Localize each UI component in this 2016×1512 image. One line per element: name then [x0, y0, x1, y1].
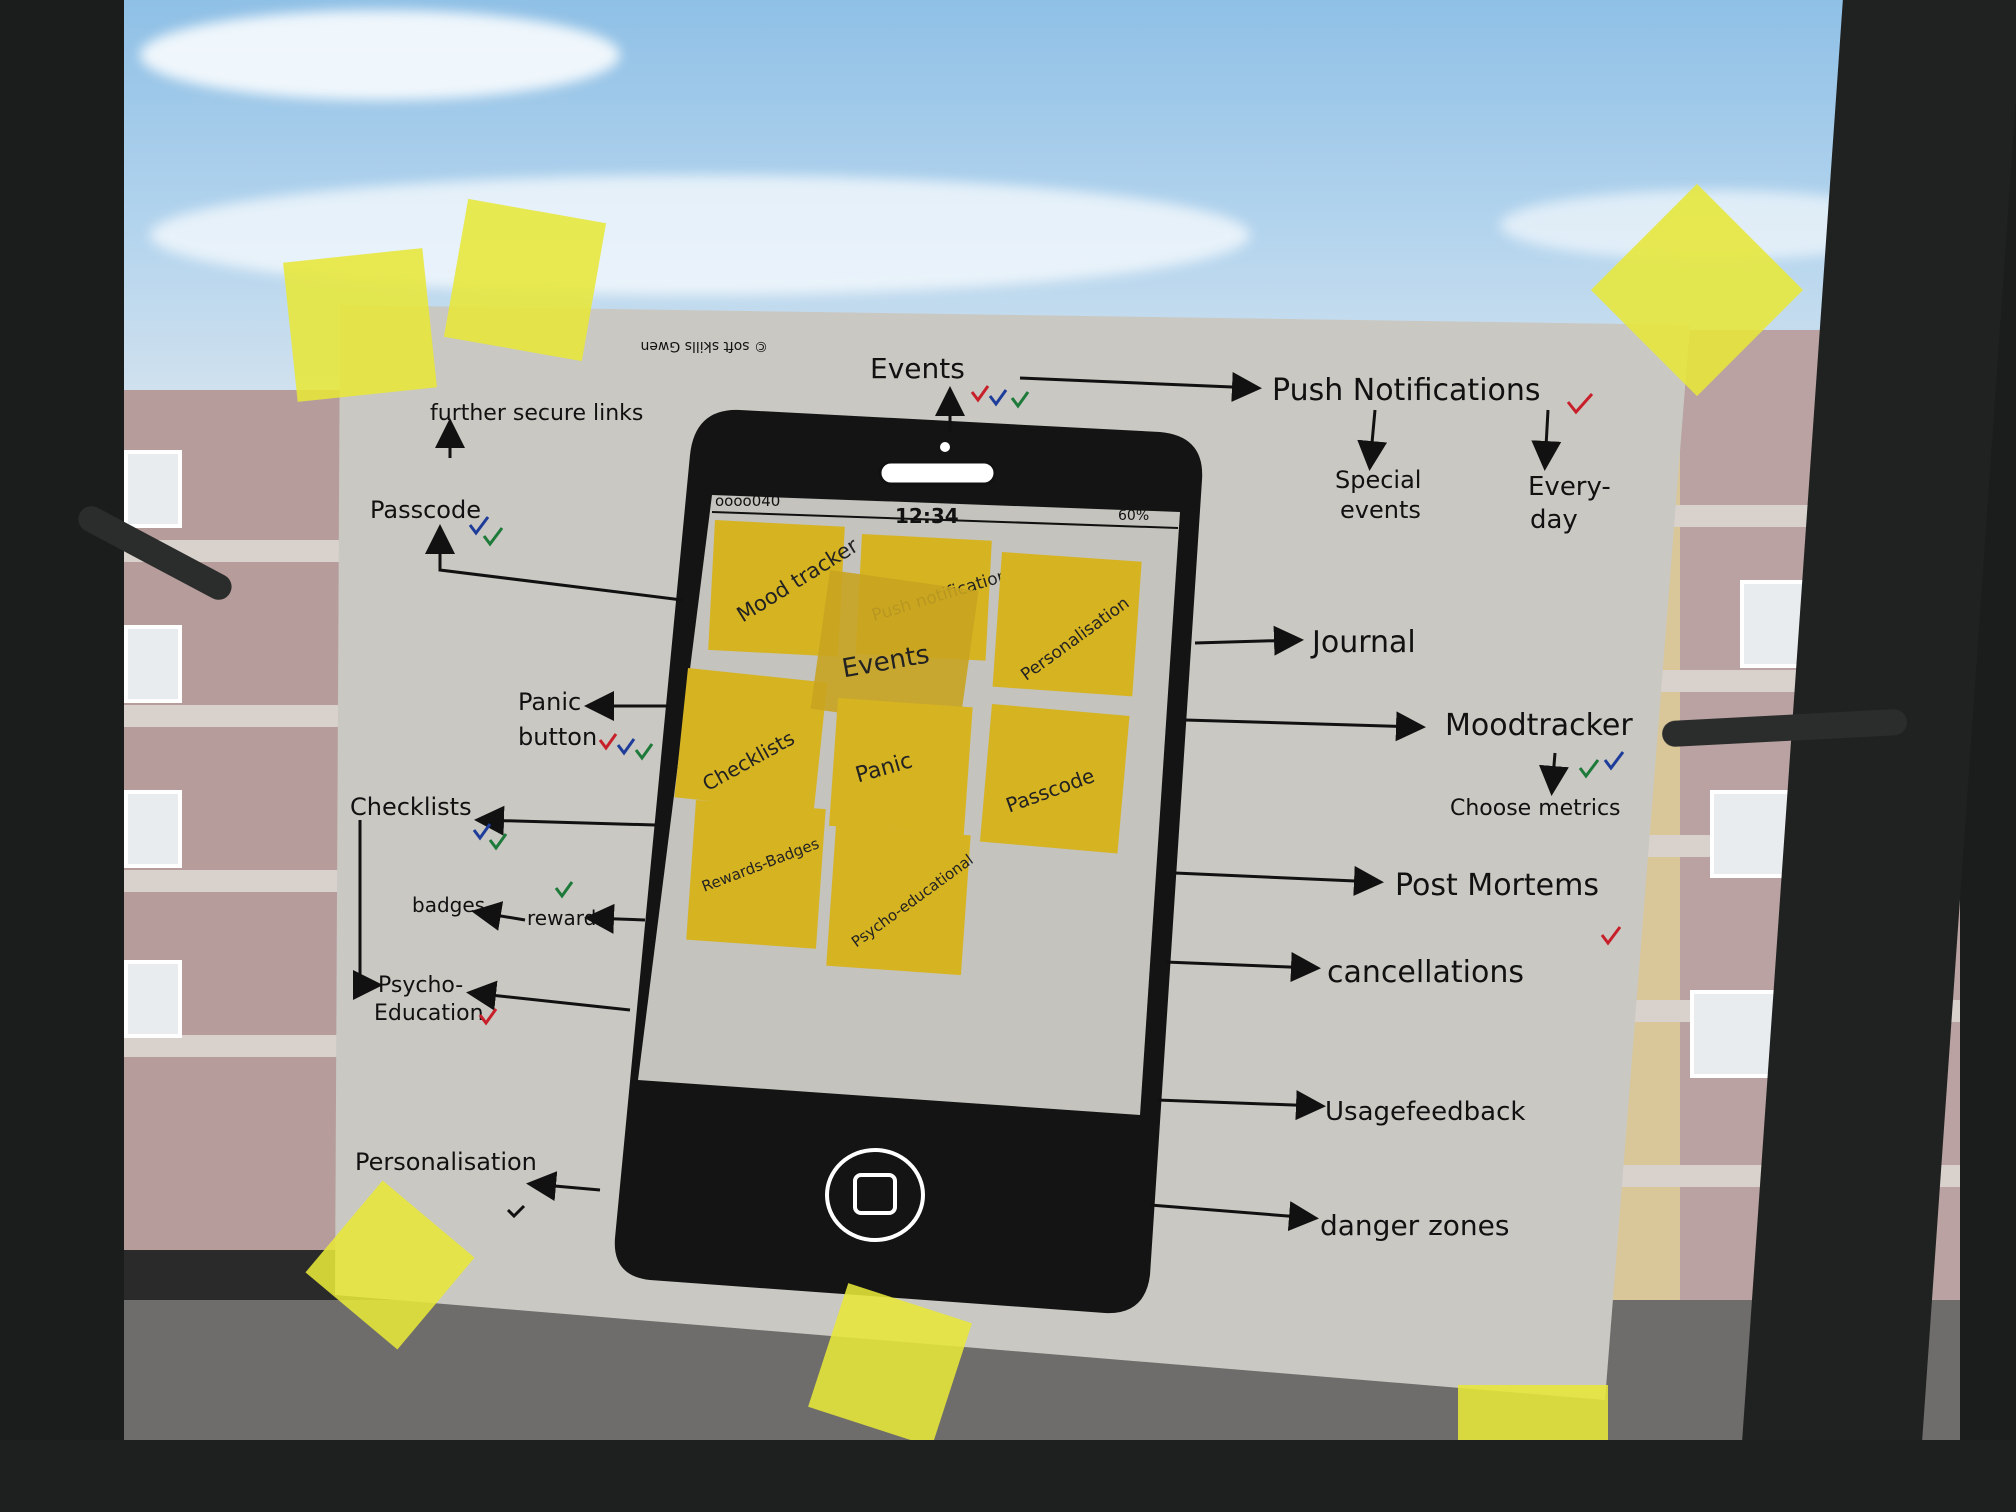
label-rewards: rewards [527, 906, 607, 930]
camera-icon [940, 442, 950, 452]
label-psycho: Psycho- [378, 973, 463, 998]
label-every: Every- [1528, 472, 1611, 502]
label-special: Special [1335, 466, 1421, 494]
status-time: 12:34 [895, 504, 959, 528]
label-cancellations: cancellations [1327, 955, 1524, 990]
window-frame-left [0, 0, 124, 1512]
window-scene: oooo040 12:34 60% Mood tracker Push noti… [0, 0, 2016, 1512]
label-post-mortems: Post Mortems [1395, 868, 1599, 903]
label-special-events: events [1340, 496, 1421, 524]
tape [283, 248, 437, 402]
label-personalisation: Personalisation [355, 1148, 537, 1176]
label-danger-zones: danger zones [1320, 1209, 1509, 1242]
sticky-personalisation[interactable] [992, 552, 1142, 697]
label-events: Events [870, 352, 965, 385]
label-usage-feedback: Usagefeedback [1325, 1097, 1525, 1127]
status-battery: 60% [1118, 508, 1149, 524]
label-push-notifications: Push Notifications [1272, 373, 1541, 408]
label-panic-button: button [518, 723, 597, 751]
credit-text: © soft skills Gwen [640, 338, 768, 354]
sticky-checklists[interactable] [674, 668, 828, 812]
label-day: day [1530, 505, 1578, 535]
wireframe-diagram: oooo040 12:34 60% Mood tracker Push noti… [283, 183, 1804, 1512]
label-checklists: Checklists [350, 793, 472, 821]
window-frame-bottom [0, 1440, 2016, 1512]
label-moodtracker: Moodtracker [1445, 708, 1633, 743]
status-signal: oooo040 [715, 492, 780, 510]
label-further-secure-links: further secure links [430, 401, 643, 426]
label-choose-metrics: Choose metrics [1450, 796, 1621, 821]
label-badges: badges [412, 893, 485, 917]
tape [443, 198, 607, 362]
label-journal: Journal [1310, 625, 1416, 660]
speaker-grille [878, 460, 997, 486]
label-panic: Panic [518, 688, 581, 716]
label-education: Education [374, 1001, 484, 1026]
label-passcode: Passcode [370, 496, 481, 524]
